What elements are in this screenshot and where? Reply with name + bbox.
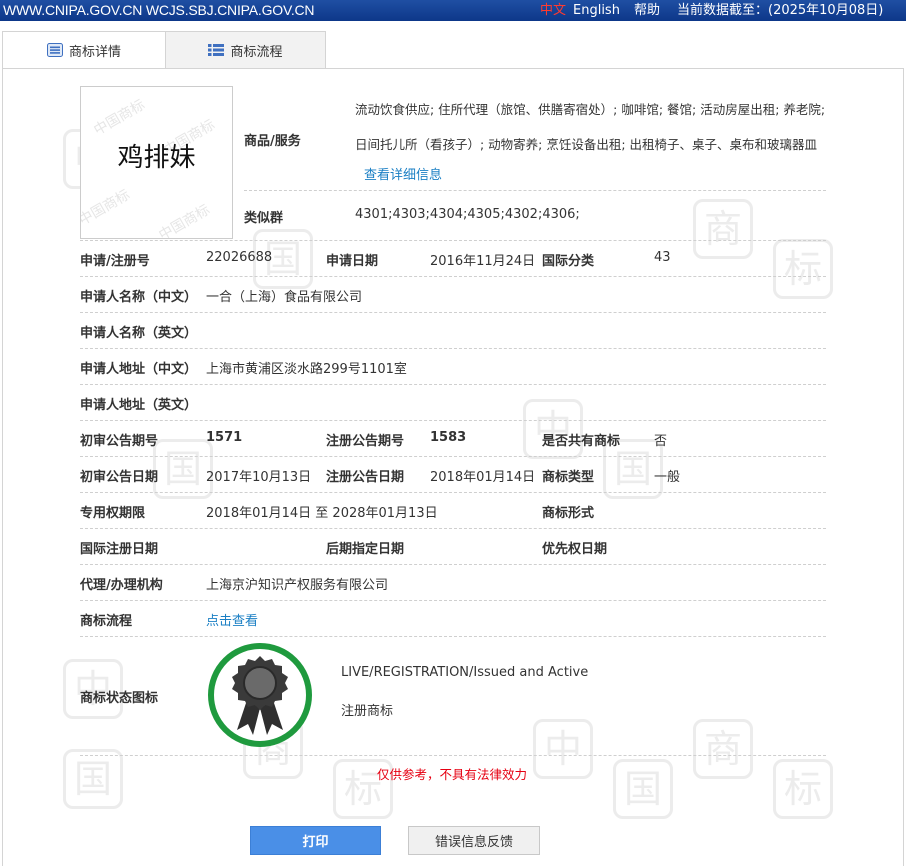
apply-date-value: 2016年11月24日 [430, 254, 536, 269]
status-cn-text: 注册商标 [341, 704, 394, 719]
help-link[interactable]: 帮助 [634, 0, 660, 21]
divider [80, 564, 826, 565]
applicant-cn-label: 申请人名称（中文） [80, 290, 198, 305]
disclaimer-text: 仅供参考，不具有法律效力 [377, 767, 528, 782]
applicant-cn-value: 一合（上海）食品有限公司 [206, 290, 363, 305]
error-feedback-button[interactable]: 错误信息反馈 [408, 826, 540, 855]
lang-english-link[interactable]: English [573, 0, 620, 21]
goods-label: 商品/服务 [244, 134, 301, 149]
reg-issue-value: 1583 [430, 430, 467, 445]
divider [80, 492, 826, 493]
watermark-glyph: 国 [153, 439, 213, 499]
registered-badge-icon [208, 643, 312, 747]
tab-trademark-details[interactable]: 商标详情 [2, 31, 166, 69]
priority-date-label: 优先权日期 [542, 542, 608, 557]
divider [80, 456, 826, 457]
reg-date-label: 注册公告日期 [326, 470, 405, 485]
flow-view-link[interactable]: 点击查看 [206, 610, 258, 629]
divider [80, 755, 826, 756]
trademark-image: 中国商标 中国商标 中国商标 中国商标 鸡排妹 [80, 86, 233, 239]
divider [80, 384, 826, 385]
watermark-glyph: 中 [533, 719, 593, 779]
watermark-glyph: 中 [523, 399, 583, 459]
view-details-link[interactable]: 查看详细信息 [364, 164, 442, 183]
flow-label: 商标流程 [80, 614, 133, 629]
reg-date-value: 2018年01月14日 [430, 470, 536, 485]
status-label: 商标状态图标 [80, 691, 159, 706]
tm-type-label: 商标类型 [542, 470, 595, 485]
divider [80, 276, 826, 277]
goods-services-text: 流动饮食供应; 住所代理（旅馆、供膳寄宿处）; 咖啡馆; 餐馆; 活动房屋出租;… [355, 92, 825, 162]
prelim-issue-label: 初审公告期号 [80, 434, 159, 449]
lang-chinese-link[interactable]: 中文 [540, 0, 566, 21]
trademark-name: 鸡排妹 [117, 143, 196, 173]
reg-no-value: 22026688 [206, 250, 273, 265]
watermark-glyph: 商 [693, 719, 753, 779]
image-watermark: 中国商标 [91, 96, 148, 139]
tab-bar: 商标详情 商标流程 [2, 31, 904, 69]
address-cn-label: 申请人地址（中文） [80, 362, 198, 377]
watermark-glyph: 国 [63, 749, 123, 809]
tab-trademark-flow[interactable]: 商标流程 [165, 31, 326, 69]
site-domains: WWW.CNIPA.GOV.CN WCJS.SBJ.CNIPA.GOV.CN [3, 2, 315, 18]
tab-label: 商标详情 [68, 44, 121, 60]
divider [80, 636, 826, 637]
similar-group-label: 类似群 [244, 211, 284, 226]
top-bar: WWW.CNIPA.GOV.CN WCJS.SBJ.CNIPA.GOV.CN 中… [0, 0, 906, 21]
prelim-date-value: 2017年10月13日 [206, 470, 312, 485]
tm-type-value: 一般 [654, 470, 681, 485]
exclusive-value: 2018年01月14日 至 2028年01月13日 [206, 506, 438, 521]
reg-issue-label: 注册公告期号 [326, 434, 405, 449]
image-watermark: 中国商标 [80, 186, 133, 229]
intl-reg-date-label: 国际注册日期 [80, 542, 159, 557]
watermark-glyph: 国 [613, 759, 673, 819]
later-date-label: 后期指定日期 [326, 542, 405, 557]
tm-form-label: 商标形式 [542, 506, 595, 521]
intl-class-value: 43 [654, 250, 671, 265]
shared-label: 是否共有商标 [542, 434, 621, 449]
tab-label: 商标流程 [230, 44, 283, 60]
watermark-glyph: 标 [773, 759, 833, 819]
exclusive-label: 专用权期限 [80, 506, 146, 521]
goods-line: 流动饮食供应; 住所代理（旅馆、供膳寄宿处）; 咖啡馆; 餐馆; 活动房屋出租;… [355, 102, 825, 117]
prelim-date-label: 初审公告日期 [80, 470, 159, 485]
divider [80, 348, 826, 349]
data-date-notice: 当前数据截至：(2025年10月08日) [677, 3, 884, 18]
watermark-glyph: 标 [773, 239, 833, 299]
shared-value: 否 [654, 434, 668, 449]
divider [244, 190, 826, 191]
agent-label: 代理/办理机构 [80, 578, 163, 593]
intl-class-label: 国际分类 [542, 254, 595, 269]
goods-line: 日间托儿所（看孩子）; 动物寄养; 烹饪设备出租; 出租椅子、桌子、桌布和玻璃器… [355, 137, 818, 152]
document-list-icon [46, 43, 63, 57]
print-button[interactable]: 打印 [250, 826, 381, 855]
divider [80, 420, 826, 421]
divider [80, 528, 826, 529]
similar-group-value: 4301;4303;4304;4305;4302;4306; [355, 207, 580, 222]
divider [80, 312, 826, 313]
address-en-label: 申请人地址（英文） [80, 398, 198, 413]
applicant-en-label: 申请人名称（英文） [80, 326, 198, 341]
divider [80, 600, 826, 601]
watermark-glyph: 商 [693, 199, 753, 259]
list-icon [208, 44, 225, 56]
agent-value: 上海京沪知识产权服务有限公司 [206, 578, 389, 593]
apply-date-label: 申请日期 [326, 254, 379, 269]
image-watermark: 中国商标 [156, 201, 213, 239]
status-en-text: LIVE/REGISTRATION/Issued and Active [341, 665, 589, 680]
prelim-issue-value: 1571 [206, 430, 243, 445]
reg-no-label: 申请/注册号 [80, 254, 150, 269]
address-cn-value: 上海市黄浦区淡水路299号1101室 [206, 362, 407, 377]
divider [80, 240, 826, 241]
